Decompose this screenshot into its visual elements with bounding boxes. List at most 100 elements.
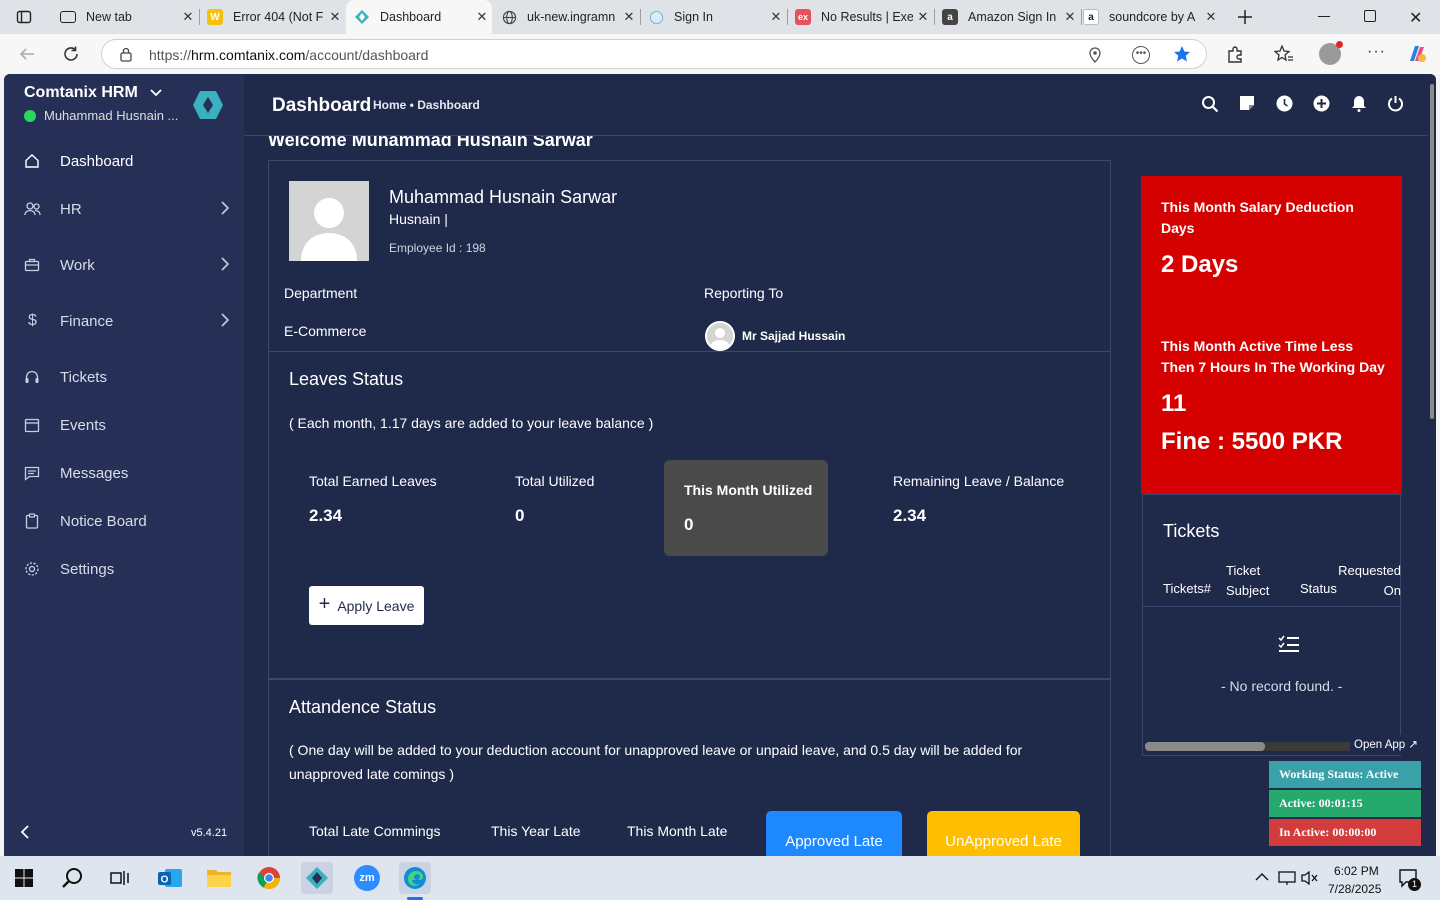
sticky-note-icon[interactable] [1239, 95, 1255, 111]
sidebar-item-label: Messages [60, 464, 129, 482]
chevron-right-icon [220, 257, 230, 271]
page-scrollbar[interactable] [1428, 74, 1436, 856]
tab-title: No Results | Exe [821, 10, 913, 24]
brand-name[interactable]: Comtanix HRM [24, 84, 162, 102]
close-icon[interactable]: ✕ [619, 9, 639, 25]
chevron-down-icon[interactable] [150, 88, 162, 98]
new-tab-plus-icon[interactable] [1236, 8, 1254, 26]
attendance-note-line1: ( One day will be added to your deductio… [289, 742, 1023, 758]
stat-label-this-month: This Month Utilized [684, 482, 813, 498]
sidebar-item-label: Notice Board [60, 512, 147, 530]
browser-tab-sign-in[interactable]: Sign In ✕ [640, 0, 786, 34]
browser-tab-no-results[interactable]: ex No Results | Exe ✕ [787, 0, 933, 34]
close-icon[interactable]: ✕ [913, 9, 933, 25]
tickets-col-subject: Ticket Subject [1226, 563, 1270, 598]
globe-icon [501, 9, 517, 25]
close-icon[interactable]: ✕ [178, 9, 198, 25]
browser-tab-new-tab[interactable]: New tab ✕ [52, 0, 198, 34]
reporting-to-name[interactable]: Mr Sajjad Hussain [742, 329, 845, 343]
close-icon[interactable]: ✕ [1201, 9, 1221, 25]
address-bar[interactable]: https://hrm.comtanix.com/account/dashboa… [101, 39, 1207, 69]
sidebar-item-notice-board[interactable]: Notice Board [4, 501, 244, 541]
leaves-status-card: Leaves Status ( Each month, 1.17 days ar… [268, 351, 1111, 679]
approved-late-button[interactable]: Approved Late [766, 811, 902, 856]
window-close-icon[interactable]: ✕ [1409, 8, 1422, 28]
collapse-sidebar-icon[interactable] [20, 825, 30, 839]
tickets-col-number: Tickets# [1163, 581, 1211, 596]
sidebar-item-label: Finance [60, 312, 114, 330]
clock-date[interactable]: 7/28/2025 [1328, 882, 1381, 896]
bell-icon[interactable] [1351, 95, 1367, 112]
copilot-icon[interactable] [1406, 43, 1428, 65]
brand-label: Comtanix HRM [24, 84, 138, 101]
minimize-icon[interactable] [1318, 16, 1330, 17]
tray-chevron-up-icon[interactable] [1255, 872, 1269, 882]
back-icon[interactable] [18, 45, 36, 63]
sidebar-item-label: Work [60, 256, 95, 274]
apply-leave-button[interactable]: + Apply Leave [309, 586, 424, 625]
browser-tab-strip: New tab ✕ W Error 404 (Not F ✕ Dashboard… [0, 0, 1440, 34]
sidebar-item-hr[interactable]: HR [4, 189, 244, 229]
unapproved-late-button[interactable]: UnApproved Late [927, 811, 1080, 856]
new-tab-icon [60, 11, 76, 23]
sidebar-item-work[interactable]: Work [4, 245, 244, 285]
briefcase-icon [4, 257, 60, 273]
site-info-icon[interactable] [119, 47, 133, 62]
comtanix-app-icon[interactable] [301, 862, 333, 894]
sidebar-item-finance[interactable]: $ Finance [4, 301, 244, 341]
open-app-link[interactable]: Open App ↗ [1350, 735, 1422, 755]
plus-icon: + [318, 593, 331, 615]
list-check-icon [1278, 635, 1300, 653]
breadcrumb[interactable]: Home • Dashboard [373, 98, 480, 112]
sidebar-item-events[interactable]: Events [4, 405, 244, 445]
restore-icon[interactable] [1364, 10, 1376, 22]
browser-tab-amazon-sign-in[interactable]: a Amazon Sign In ✕ [934, 0, 1080, 34]
close-icon[interactable]: ✕ [766, 9, 786, 25]
chrome-icon[interactable] [253, 862, 285, 894]
sidebar-item-messages[interactable]: Messages [4, 453, 244, 493]
windows-start-icon[interactable] [8, 862, 40, 894]
browser-tab-dashboard[interactable]: Dashboard ✕ [346, 0, 492, 34]
favorites-icon[interactable] [1274, 45, 1294, 63]
task-view-icon[interactable] [104, 862, 136, 894]
search-icon[interactable] [1201, 95, 1219, 113]
clock-icon[interactable] [1276, 95, 1293, 112]
sidebar-item-tickets[interactable]: Tickets [4, 357, 244, 397]
this-month-utilized-card: This Month Utilized 0 [664, 460, 828, 556]
add-circle-icon[interactable] [1313, 95, 1330, 112]
department-value: E-Commerce [284, 323, 367, 339]
welcome-heading: Welcome Muhammad Husnain Sarwar [268, 136, 593, 150]
power-icon[interactable] [1387, 95, 1404, 112]
taskbar-search-icon[interactable] [56, 862, 88, 894]
profile-avatar[interactable] [1319, 41, 1343, 65]
edge-icon[interactable] [399, 862, 431, 894]
settings-more-icon[interactable]: ··· [1367, 43, 1386, 61]
clock-time[interactable]: 6:02 PM [1334, 864, 1379, 878]
stat-label-remaining: Remaining Leave / Balance [893, 473, 1065, 489]
network-icon[interactable] [1278, 870, 1296, 886]
more-page-icon[interactable]: ••• [1132, 46, 1150, 64]
close-icon[interactable]: ✕ [472, 9, 492, 25]
current-user-name: Muhammad Husnain ... [44, 108, 179, 123]
url-host: hrm.comtanix.com [191, 47, 306, 63]
sidebar-item-settings[interactable]: Settings [4, 549, 244, 589]
refresh-icon[interactable] [62, 45, 80, 63]
browser-tab-soundcore[interactable]: a soundcore by A ✕ [1075, 0, 1221, 34]
extensions-icon[interactable] [1226, 45, 1244, 63]
browser-tab-ingram[interactable]: uk-new.ingramn ✕ [493, 0, 639, 34]
sidebar-item-dashboard[interactable]: Dashboard [4, 141, 244, 181]
outlook-icon[interactable]: O [154, 862, 186, 894]
month-late-label: This Month Late [627, 823, 728, 839]
zoom-icon[interactable]: zm [351, 862, 383, 894]
notification-icon[interactable]: 1 [1398, 868, 1421, 891]
close-icon[interactable]: ✕ [325, 9, 345, 25]
chevron-right-icon [220, 313, 230, 327]
file-explorer-icon[interactable] [203, 862, 235, 894]
sign-in-icon [648, 9, 664, 25]
volume-muted-icon[interactable] [1301, 870, 1319, 886]
tab-actions-icon[interactable] [16, 9, 32, 25]
location-icon[interactable] [1088, 47, 1102, 63]
favorite-star-icon[interactable] [1173, 45, 1191, 63]
fine-amount: Fine : 5500 PKR [1161, 428, 1343, 455]
browser-tab-error-404[interactable]: W Error 404 (Not F ✕ [199, 0, 345, 34]
